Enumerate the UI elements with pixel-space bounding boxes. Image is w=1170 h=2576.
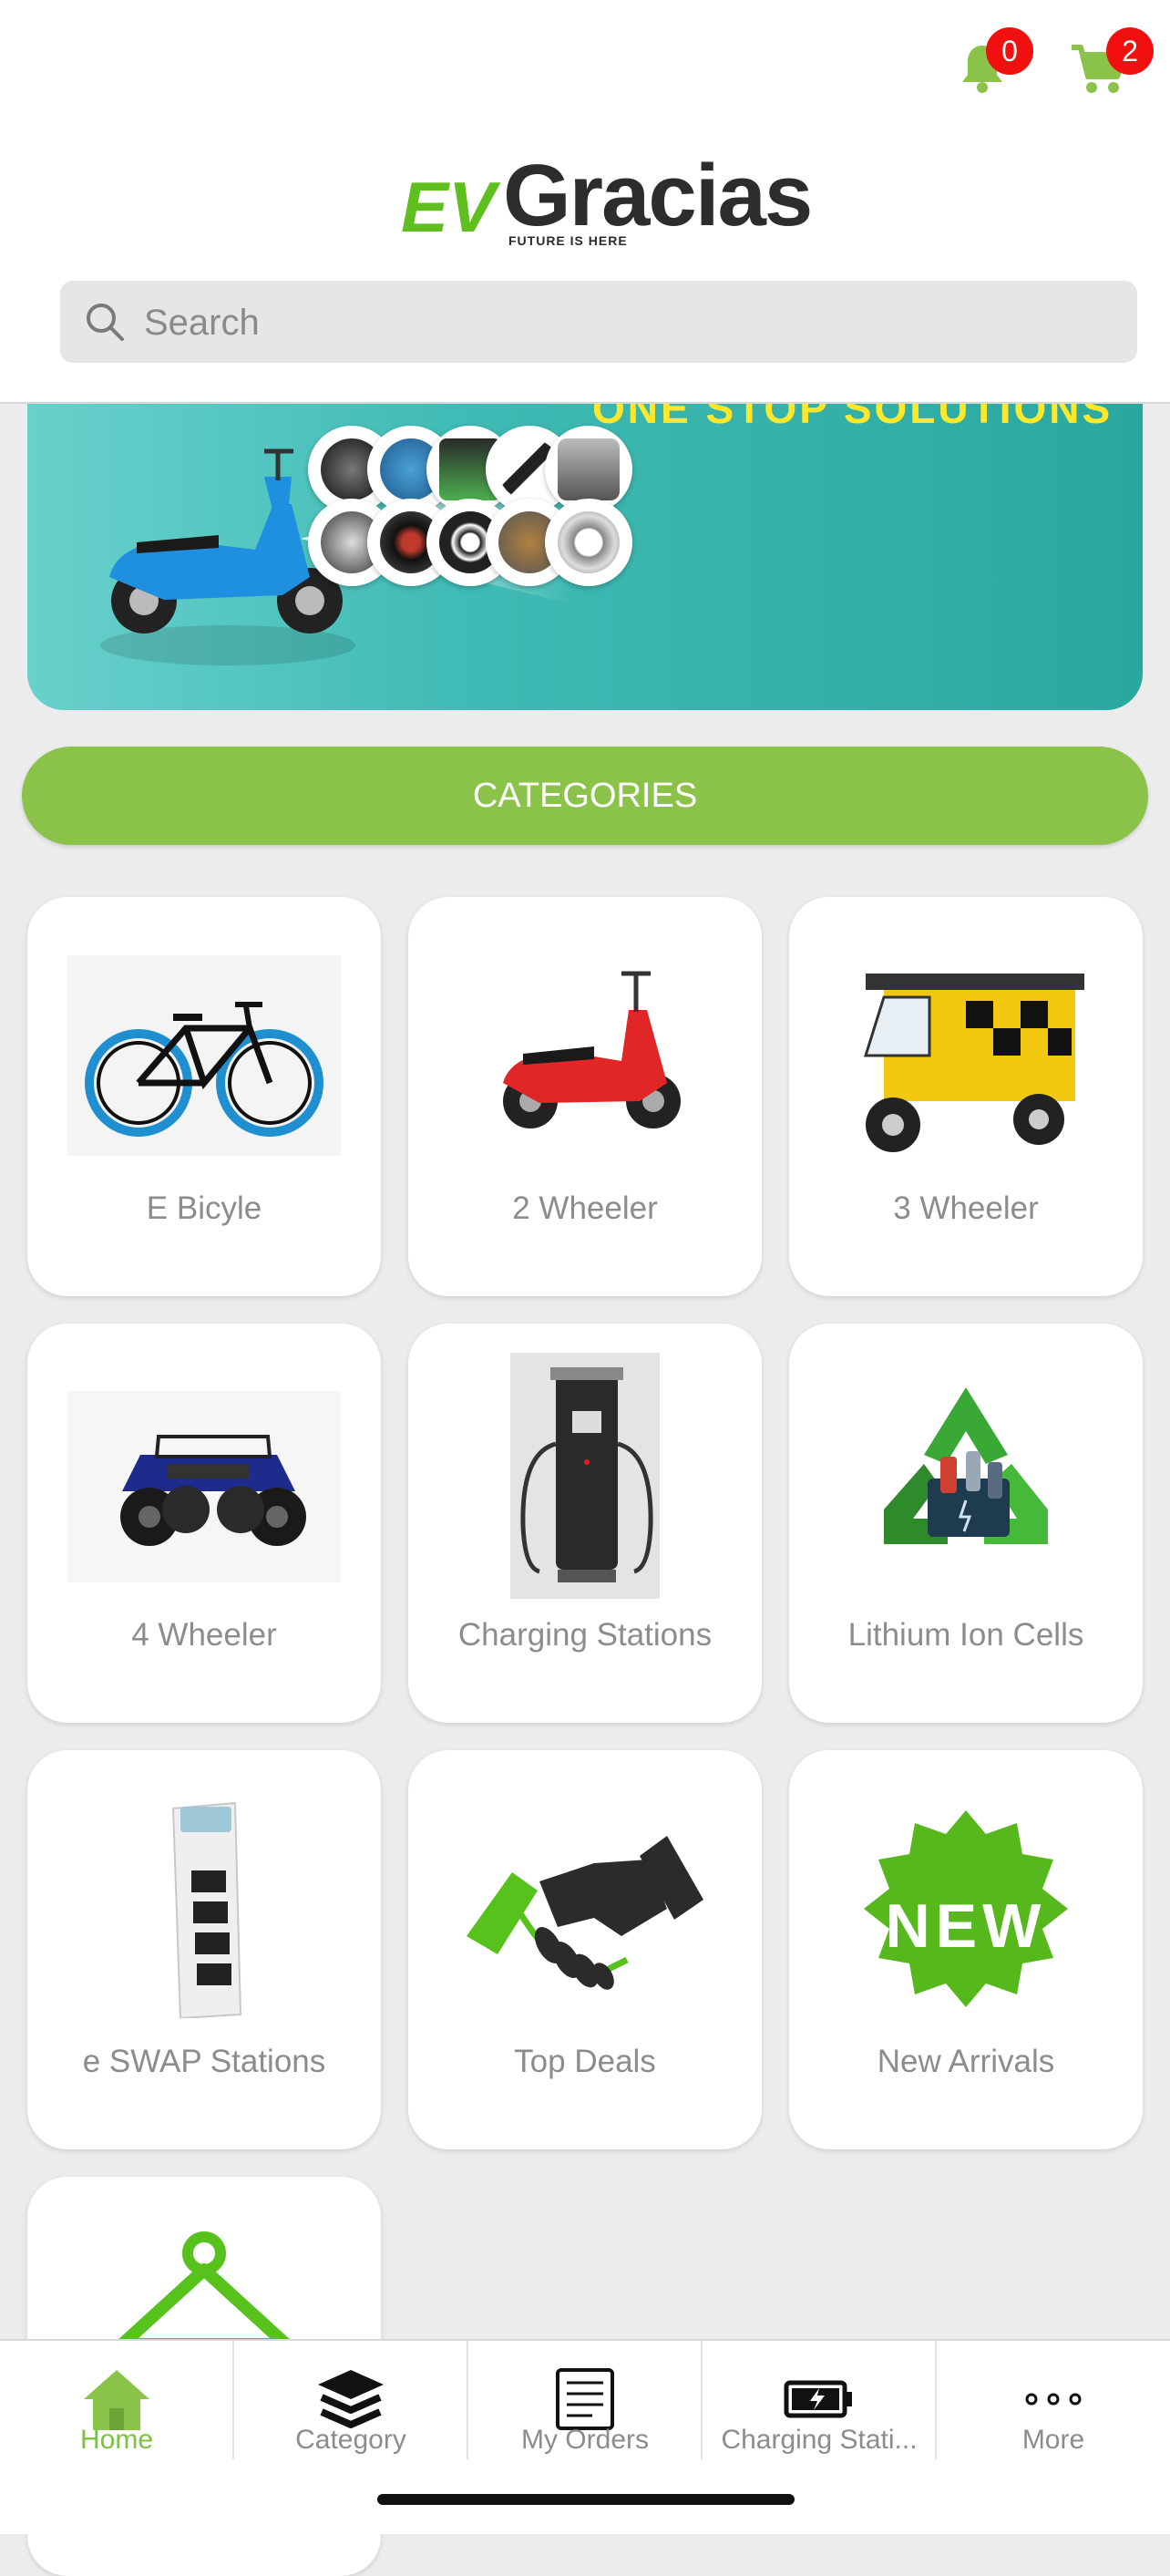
- category-label: Lithium Ion Cells: [847, 1617, 1084, 1653]
- tab-category[interactable]: Category: [234, 2341, 467, 2459]
- 2-wheeler-image: [503, 971, 681, 1128]
- orders-icon: [556, 2368, 614, 2430]
- e-bicycle-image: [67, 955, 341, 1156]
- search-input[interactable]: [142, 281, 1112, 365]
- swap-station-image: [171, 1801, 242, 2018]
- battery-icon: [784, 2380, 852, 2418]
- part-brake-disc: [545, 499, 632, 586]
- tab-label: My Orders: [520, 2425, 649, 2455]
- category-label: New Arrivals: [877, 2044, 1055, 2079]
- notifications-button[interactable]: 0: [957, 27, 1033, 95]
- tab-label: Home: [79, 2425, 154, 2455]
- category-card-2-wheeler[interactable]: 2 Wheeler: [408, 897, 762, 1296]
- logo-ev: EV: [401, 167, 497, 247]
- brand-logo: EV Gracias FUTURE IS HERE: [401, 146, 813, 255]
- category-label: 3 Wheeler: [893, 1190, 1039, 1226]
- tab-my-orders[interactable]: My Orders: [468, 2341, 702, 2459]
- new-badge-text: NEW: [885, 1891, 1047, 1961]
- category-card-e-swap-stations[interactable]: e SWAP Stations: [27, 1750, 381, 2149]
- category-card-3-wheeler[interactable]: 3 Wheeler: [789, 897, 1143, 1296]
- tab-more[interactable]: More: [937, 2341, 1170, 2459]
- tab-label: Category: [295, 2425, 406, 2455]
- category-label: Top Deals: [514, 2044, 656, 2079]
- recycle-battery-image: [884, 1387, 1048, 1544]
- notification-count-badge: 0: [986, 27, 1033, 75]
- tab-label: Charging Stati...: [721, 2425, 918, 2455]
- promo-banner[interactable]: ONE STOP SOLUTIONS: [27, 404, 1143, 710]
- category-label: Charging Stations: [457, 1617, 713, 1653]
- search-icon: [87, 304, 124, 341]
- category-label: E Bicyle: [146, 1190, 262, 1226]
- app-header: 0 2 EV Gracias FUTURE IS HERE: [0, 0, 1170, 404]
- category-label: e SWAP Stations: [82, 2044, 326, 2079]
- layers-icon: [318, 2370, 384, 2428]
- charging-station-image: [510, 1353, 660, 1599]
- category-card-e-bicycle[interactable]: E Bicyle: [27, 897, 381, 1296]
- category-card-4-wheeler[interactable]: 4 Wheeler: [27, 1324, 381, 1723]
- category-label: 4 Wheeler: [131, 1617, 277, 1653]
- home-icon: [84, 2370, 149, 2430]
- home-indicator: [377, 2494, 795, 2505]
- cart-count-badge: 2: [1106, 27, 1154, 75]
- handshake-icon: [467, 1836, 703, 1990]
- logo-brand: Gracias: [503, 147, 813, 244]
- logo-tagline: FUTURE IS HERE: [508, 233, 628, 248]
- tab-label: More: [1021, 2425, 1085, 2455]
- category-card-top-deals[interactable]: Top Deals: [408, 1750, 762, 2149]
- categories-button[interactable]: CATEGORIES: [22, 747, 1148, 845]
- search-bar[interactable]: [60, 281, 1137, 365]
- category-card-charging-stations[interactable]: Charging Stations: [408, 1324, 762, 1723]
- 4-wheeler-image: [67, 1391, 341, 1582]
- cart-button[interactable]: 2: [1070, 27, 1154, 97]
- category-card-new-arrivals[interactable]: NEW New Arrivals: [789, 1750, 1143, 2149]
- more-icon: [1025, 2393, 1082, 2406]
- tab-home[interactable]: Home: [0, 2341, 233, 2459]
- 3-wheeler-image: [863, 974, 1084, 1152]
- banner-headline: ONE STOP SOLUTIONS: [592, 404, 1114, 432]
- category-label: 2 Wheeler: [512, 1190, 658, 1226]
- category-card-lithium-ion-cells[interactable]: Lithium Ion Cells: [789, 1324, 1143, 1723]
- tab-charging-stations[interactable]: Charging Stati...: [703, 2341, 936, 2459]
